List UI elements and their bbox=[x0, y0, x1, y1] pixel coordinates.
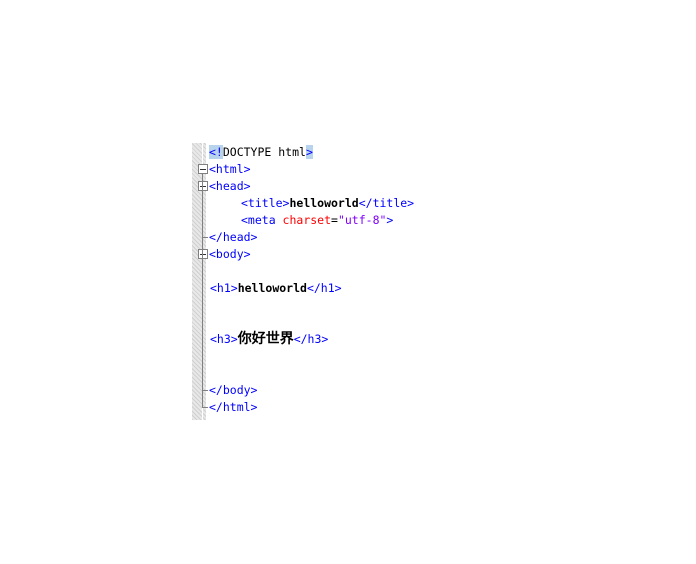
html-close-tag: </html> bbox=[209, 400, 258, 414]
head-open-tag: <head> bbox=[209, 179, 251, 193]
head-close-tag: </head> bbox=[209, 230, 258, 244]
h3-open-tag: <h3> bbox=[210, 332, 238, 346]
meta-open-tag: <meta bbox=[241, 213, 283, 227]
code-line-head-close[interactable]: </head> bbox=[209, 229, 257, 246]
h1-open-tag: <h1> bbox=[210, 281, 238, 295]
meta-attr-equals: = bbox=[331, 213, 338, 227]
code-line-head-open[interactable]: <head> bbox=[209, 178, 251, 195]
fold-guide-line bbox=[202, 174, 203, 407]
title-close-tag: </title> bbox=[358, 196, 415, 210]
body-open-tag: <body> bbox=[209, 247, 251, 261]
h3-text: 你好世界 bbox=[237, 331, 294, 347]
code-line-title[interactable]: <title>helloworld</title> bbox=[241, 195, 414, 212]
fold-collapse-icon[interactable] bbox=[198, 181, 208, 191]
doctype-open: <! bbox=[209, 145, 223, 159]
doctype-close: > bbox=[305, 145, 313, 159]
h1-text: helloworld bbox=[237, 281, 307, 295]
fold-collapse-icon[interactable] bbox=[198, 164, 208, 174]
code-line-body-close[interactable]: </body> bbox=[209, 382, 257, 399]
code-line-doctype[interactable]: <!DOCTYPE html> bbox=[209, 144, 313, 161]
code-line-meta[interactable]: <meta charset="utf-8"> bbox=[241, 212, 393, 229]
html-open-tag: <html> bbox=[209, 162, 251, 176]
meta-close-bracket: > bbox=[386, 213, 394, 227]
code-line-html-close[interactable]: </html> bbox=[209, 399, 257, 416]
code-line-h1[interactable]: <h1>helloworld</h1> bbox=[210, 280, 342, 297]
title-open-tag: <title> bbox=[241, 196, 290, 210]
meta-attr-name: charset bbox=[282, 213, 332, 227]
code-line-html-open[interactable]: <html> bbox=[209, 161, 251, 178]
code-line-body-open[interactable]: <body> bbox=[209, 246, 251, 263]
meta-attr-value: "utf-8" bbox=[337, 213, 387, 227]
doctype-text: DOCTYPE html bbox=[222, 145, 306, 159]
h3-close-tag: </h3> bbox=[293, 332, 329, 346]
fold-end-marker bbox=[202, 407, 208, 408]
title-text: helloworld bbox=[289, 196, 359, 210]
h1-close-tag: </h1> bbox=[306, 281, 342, 295]
body-close-tag: </body> bbox=[209, 383, 258, 397]
fold-collapse-icon[interactable] bbox=[198, 249, 208, 259]
code-line-h3[interactable]: <h3>你好世界</h3> bbox=[210, 331, 328, 348]
